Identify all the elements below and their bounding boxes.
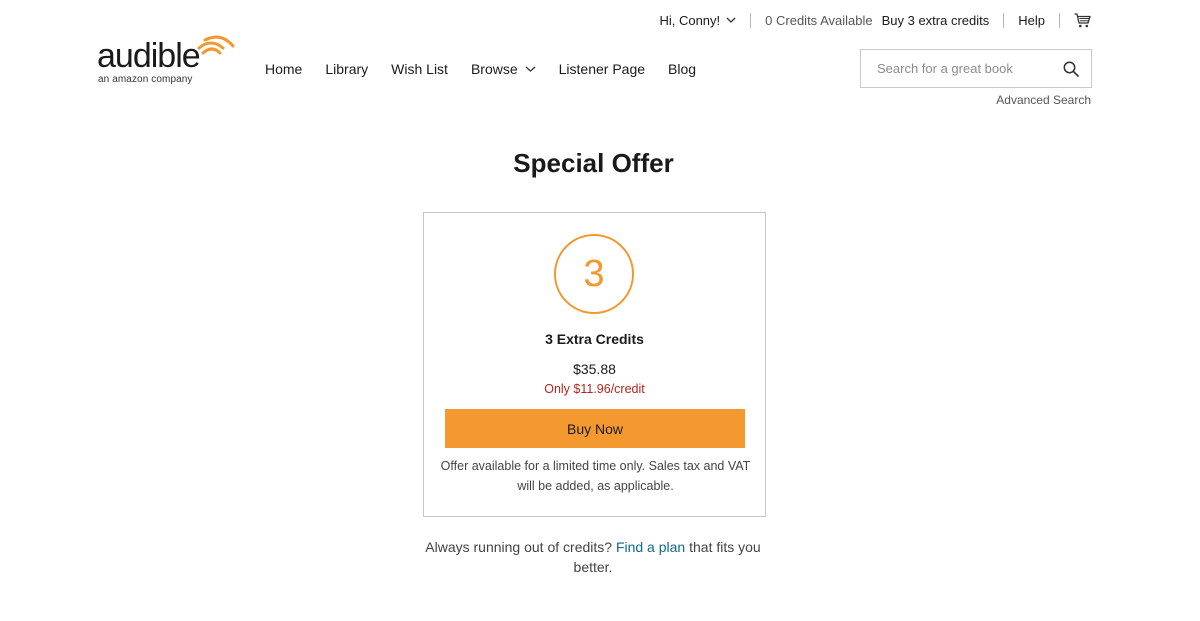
buy-extra-credits-link[interactable]: Buy 3 extra credits — [882, 13, 990, 28]
search-icon[interactable] — [1063, 61, 1079, 77]
chevron-down-icon — [726, 17, 736, 23]
nav-browse-label: Browse — [470, 61, 518, 77]
per-credit-price: Only $11.96/credit — [544, 382, 645, 396]
nav-listener-page-label: Listener Page — [558, 61, 646, 77]
account-menu[interactable]: Hi, Conny! — [659, 13, 736, 28]
greeting-text: Hi, Conny! — [659, 12, 721, 28]
search-box — [860, 49, 1092, 88]
plan-note-text: Always running out of credits? — [425, 539, 613, 555]
offer-price: $35.88 — [573, 361, 616, 377]
nav-library[interactable]: Library — [325, 61, 368, 77]
logo-tagline: an amazon company — [98, 74, 193, 85]
divider — [1059, 12, 1060, 28]
nav-wish-list-label: Wish List — [391, 61, 448, 77]
signal-waves-icon — [197, 35, 235, 55]
offer-name: 3 Extra Credits — [545, 331, 644, 347]
nav-listener-page[interactable]: Listener Page — [559, 61, 645, 77]
nav-wish-list[interactable]: Wish List — [391, 61, 448, 77]
search-input[interactable] — [861, 50, 1051, 87]
nav-browse[interactable]: Browse — [471, 61, 536, 77]
plan-note: Always running out of credits? Find a pl… — [418, 537, 768, 577]
offer-card: 3 3 Extra Credits $35.88 Only $11.96/cre… — [423, 212, 766, 517]
find-a-plan-link[interactable]: Find a plan — [616, 539, 685, 555]
nav-blog[interactable]: Blog — [668, 61, 696, 77]
divider — [750, 12, 752, 28]
buy-now-button[interactable]: Buy Now — [445, 409, 745, 448]
nav-home-label: Home — [265, 61, 303, 77]
help-link[interactable]: Help — [1018, 13, 1045, 28]
credits-available: 0 Credits Available — [765, 12, 873, 28]
page-title: Special Offer — [513, 148, 674, 178]
chevron-down-icon — [525, 66, 536, 72]
cart-icon[interactable] — [1074, 12, 1091, 28]
nav-library-label: Library — [325, 61, 369, 77]
audible-logo[interactable]: audible an amazon company — [97, 34, 237, 90]
advanced-search-link[interactable]: Advanced Search — [996, 93, 1091, 107]
page: Hi, Conny! 0 Credits Available Buy 3 ext… — [0, 0, 1200, 621]
account-bar: Hi, Conny! 0 Credits Available Buy 3 ext… — [659, 10, 1091, 30]
credit-count-badge: 3 — [554, 234, 634, 314]
nav-home[interactable]: Home — [265, 61, 302, 77]
nav-blog-label: Blog — [668, 61, 697, 77]
divider — [1003, 12, 1005, 28]
main-nav: Home Library Wish List Browse Listener P… — [265, 59, 696, 79]
offer-disclaimer: Offer available for a limited time only.… — [440, 459, 751, 493]
logo-wordmark: audible — [97, 37, 201, 75]
